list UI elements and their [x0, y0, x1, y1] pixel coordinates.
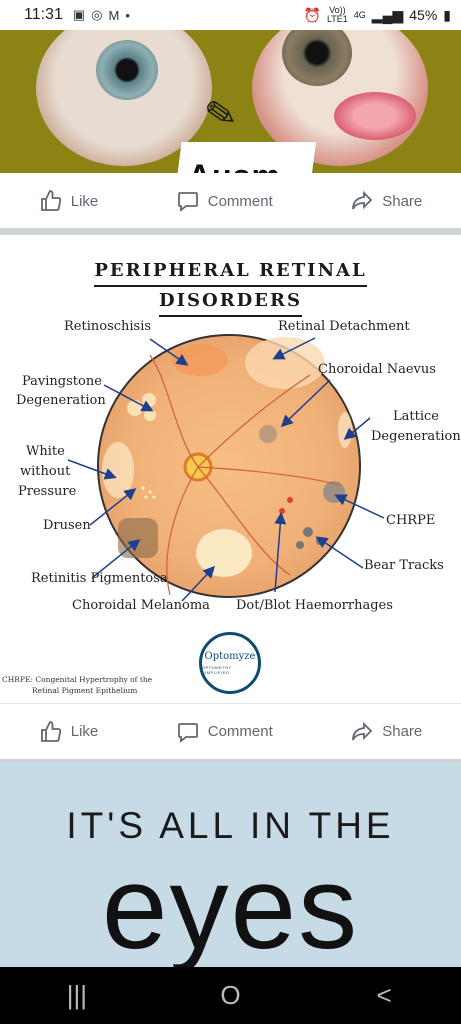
- post-image-eyes[interactable]: ✎ Ausm: [0, 30, 461, 173]
- like-button[interactable]: Like: [29, 183, 109, 219]
- status-bar: 11:31 ▣ ◎ M • ⏰ Vo)) LTE1 4G ▂▄▆ 45% ▮: [0, 0, 461, 30]
- thumbs-up-icon: [40, 720, 61, 742]
- pencil-icon: ✎: [201, 91, 241, 139]
- pavingstone-lesion: [144, 409, 156, 421]
- post3-headline: IT'S ALL IN THE: [66, 805, 395, 846]
- bear-track: [303, 527, 313, 537]
- gallery-icon: ▣: [72, 7, 86, 22]
- label-pavingstone-1: Pavingstone: [22, 374, 102, 389]
- logo-tagline: OPTOMETRY SIMPLIFIED: [202, 665, 232, 675]
- system-nav-bar: ||| O <: [0, 967, 461, 1024]
- chrpe-footnote: CHRPE: Congenital Hypertrophy of the Ret…: [2, 674, 172, 696]
- network-type: 4G: [353, 9, 366, 20]
- comment-button[interactable]: Comment: [166, 714, 283, 750]
- network-bottom: LTE1: [326, 14, 348, 24]
- like-label: Like: [70, 723, 99, 740]
- post-actions-1: Like Comment Share: [0, 173, 461, 229]
- dot-icon: •: [125, 7, 130, 23]
- thumbs-up-icon: [40, 190, 61, 211]
- haemorrhage-dot: [287, 497, 293, 503]
- footnote-line-2: Retinal Pigment Epithelium: [32, 686, 138, 695]
- eyelid-lesion: [334, 92, 416, 140]
- network-indicator: Vo)) LTE1: [327, 6, 348, 24]
- screen: 11:31 ▣ ◎ M • ⏰ Vo)) LTE1 4G ▂▄▆ 45% ▮ ✎…: [0, 0, 461, 1024]
- iris: [282, 30, 352, 86]
- share-button[interactable]: Share: [340, 714, 432, 750]
- label-lattice-1: Lattice: [393, 409, 439, 424]
- label-retinal-detachment: Retinal Detachment: [278, 319, 410, 334]
- share-icon: [352, 721, 373, 740]
- label-chrpe: CHRPE: [386, 513, 436, 528]
- alarm-icon: ⏰: [303, 6, 321, 23]
- status-right: ⏰ Vo)) LTE1 4G ▂▄▆ 45% ▮: [304, 6, 452, 24]
- label-white-1: White: [26, 444, 65, 459]
- back-button[interactable]: <: [354, 980, 414, 1011]
- iris: [96, 40, 158, 100]
- post-actions-2: Like Comment Share: [0, 703, 461, 759]
- label-haemorrhages: Dot/Blot Haemorrhages: [236, 598, 393, 613]
- white-without-pressure-area: [102, 442, 134, 498]
- logo-wordmark: Optomyze: [204, 651, 256, 662]
- label-white-2: without: [20, 464, 71, 479]
- comment-button[interactable]: Comment: [166, 183, 283, 219]
- whatsapp-icon: ◎: [91, 7, 103, 22]
- signal-icon: ▂▄▆: [371, 6, 404, 23]
- optomyze-logo: Optomyze OPTOMETRY SIMPLIFIED: [199, 632, 261, 694]
- label-white-3: Pressure: [18, 484, 77, 499]
- label-drusen: Drusen: [43, 518, 91, 533]
- label-choroidal-melanoma: Choroidal Melanoma: [72, 598, 210, 613]
- home-button[interactable]: O: [200, 980, 260, 1011]
- like-button[interactable]: Like: [29, 714, 109, 750]
- retinal-detachment-area: [245, 337, 325, 389]
- status-time: 11:31: [24, 6, 63, 23]
- infographic-post[interactable]: PERIPHERAL RETINAL DISORDERS Retinoschis…: [0, 235, 461, 703]
- choroidal-naevus: [259, 425, 277, 443]
- share-label: Share: [382, 723, 423, 740]
- share-button[interactable]: Share: [340, 183, 432, 219]
- label-retinoschisis: Retinoschisis: [64, 319, 152, 334]
- battery-icon: ▮: [443, 6, 451, 23]
- recents-button[interactable]: |||: [47, 980, 107, 1011]
- pavingstone-lesion: [142, 393, 156, 407]
- share-label: Share: [382, 192, 423, 210]
- haemorrhage-dot: [279, 508, 285, 514]
- comment-icon: [177, 192, 198, 212]
- post3-big-word: eyes: [101, 842, 360, 967]
- label-retinitis-pigmentosa: Retinitis Pigmentosa: [31, 571, 168, 586]
- comment-label: Comment: [207, 192, 273, 210]
- comment-label: Comment: [207, 723, 273, 740]
- banner-text: Ausm: [188, 158, 281, 173]
- label-choroidal-naevus: Choroidal Naevus: [318, 362, 436, 377]
- bear-track: [296, 541, 304, 549]
- pavingstone-lesion: [127, 400, 143, 416]
- footnote-line-1: CHRPE: Congenital Hypertrophy of the: [2, 675, 153, 684]
- label-pavingstone-2: Degeneration: [16, 393, 106, 408]
- share-icon: [352, 190, 373, 210]
- comment-icon: [177, 722, 198, 743]
- gmail-icon: M: [108, 7, 120, 23]
- chrpe-lesion: [323, 481, 345, 503]
- label-bear-tracks: Bear Tracks: [364, 558, 444, 573]
- choroidal-melanoma: [196, 529, 252, 577]
- like-label: Like: [70, 192, 99, 210]
- title-banner: Ausm: [176, 142, 316, 173]
- post-separator: [0, 228, 461, 235]
- battery-percent: 45%: [409, 7, 438, 23]
- post-image-its-all-in-the-eyes[interactable]: IT'S ALL IN THE eyes: [0, 763, 461, 967]
- label-lattice-2: Degeneration: [371, 429, 461, 444]
- lattice-degeneration: [338, 412, 352, 448]
